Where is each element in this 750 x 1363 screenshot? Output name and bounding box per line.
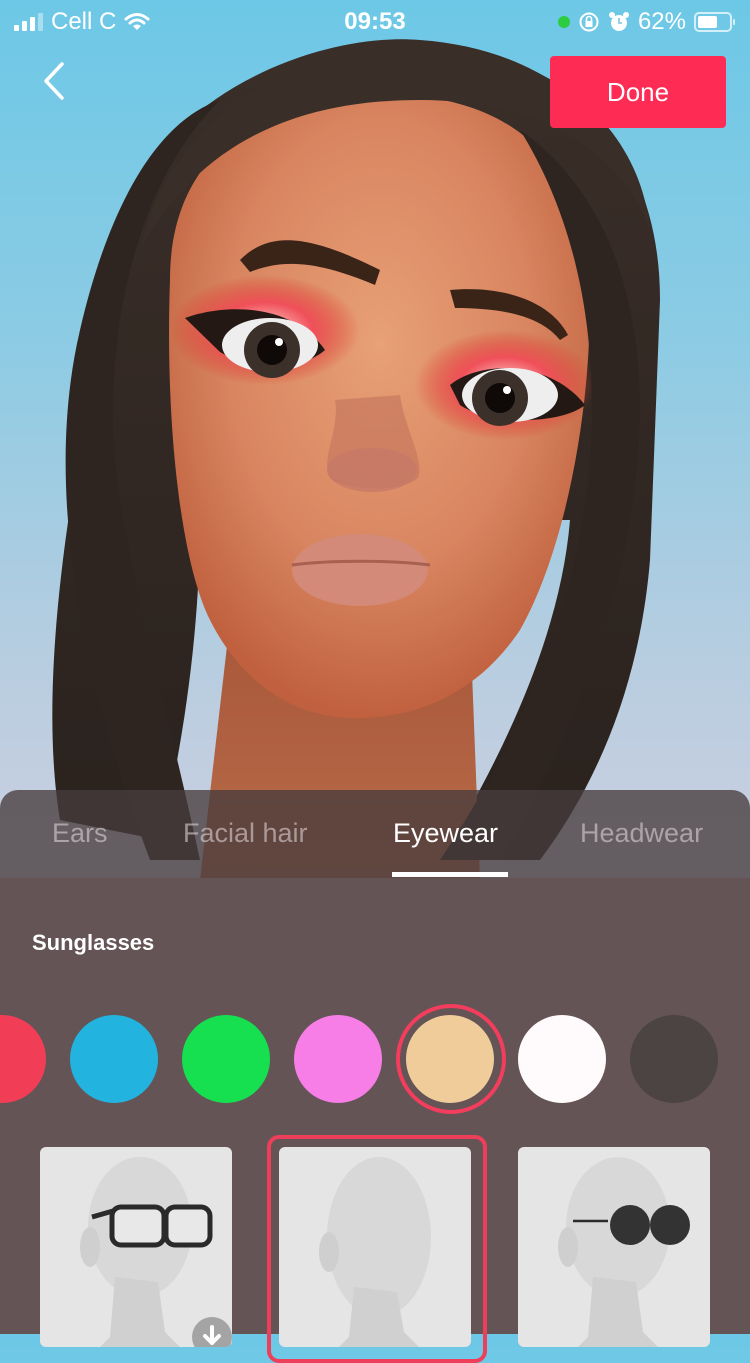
active-indicator-dot bbox=[557, 16, 570, 28]
tab-facial-hair[interactable]: Facial hair bbox=[183, 818, 308, 849]
download-icon[interactable] bbox=[192, 1317, 232, 1347]
style-card-square-glasses[interactable] bbox=[40, 1147, 232, 1347]
back-button[interactable] bbox=[30, 56, 80, 106]
color-swatch-green[interactable] bbox=[182, 1015, 270, 1103]
done-button[interactable]: Done bbox=[550, 56, 726, 128]
eyewear-options: Sunglasses bbox=[0, 878, 750, 1363]
color-swatch-white[interactable] bbox=[518, 1015, 606, 1103]
section-title: Sunglasses bbox=[32, 930, 155, 955]
lips bbox=[292, 534, 428, 606]
battery-icon bbox=[694, 12, 735, 32]
category-tabs: Ears Facial hair Eyewear Headwear bbox=[0, 790, 750, 878]
status-bar: Cell C 09:53 62% bbox=[0, 0, 750, 42]
alarm-icon bbox=[608, 12, 629, 31]
color-swatch-tan[interactable] bbox=[406, 1015, 494, 1103]
battery-percent: 62% bbox=[637, 8, 686, 35]
avatar-3d-render bbox=[52, 39, 660, 880]
avatar-preview[interactable] bbox=[0, 0, 750, 880]
mannequin-no-eyewear-icon bbox=[319, 1157, 431, 1347]
color-swatch-red[interactable] bbox=[0, 1015, 46, 1103]
mannequin-round-sunglasses-icon bbox=[558, 1157, 690, 1347]
color-swatch-dark-gray[interactable] bbox=[630, 1015, 718, 1103]
tab-ears[interactable]: Ears bbox=[52, 818, 108, 849]
style-card-none[interactable] bbox=[279, 1147, 471, 1347]
style-card-round-sunglasses[interactable] bbox=[518, 1147, 710, 1347]
active-tab-indicator bbox=[392, 872, 508, 877]
tab-headwear[interactable]: Headwear bbox=[580, 818, 703, 849]
tab-eyewear[interactable]: Eyewear bbox=[393, 818, 498, 849]
chevron-left-icon bbox=[44, 62, 64, 100]
color-swatch-pink[interactable] bbox=[294, 1015, 382, 1103]
rotation-lock-icon bbox=[579, 12, 599, 32]
customization-panel: Ears Facial hair Eyewear Headwear Sungla… bbox=[0, 790, 750, 1363]
color-swatch-blue[interactable] bbox=[70, 1015, 158, 1103]
